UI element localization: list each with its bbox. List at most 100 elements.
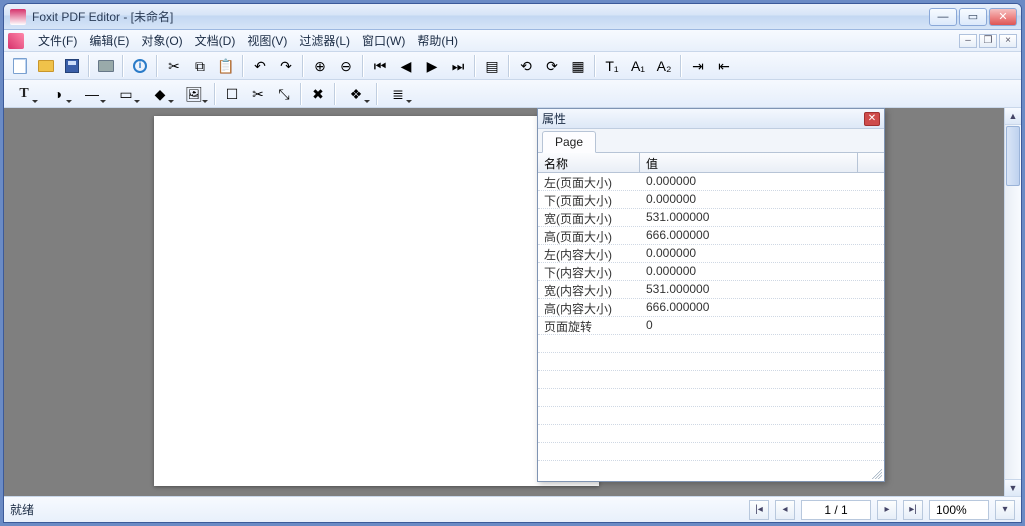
property-row[interactable]: 高(页面大小)666.000000 <box>538 227 884 245</box>
import-icon: ⇥ <box>692 59 704 73</box>
next-page-button[interactable]: ▸ <box>877 500 897 520</box>
property-row[interactable]: 宽(页面大小)531.000000 <box>538 209 884 227</box>
first-page-icon: ⏮ <box>374 59 387 73</box>
select-tool-button[interactable]: ☐ <box>220 82 244 106</box>
menu-item[interactable]: 窗口(W) <box>356 30 411 51</box>
copy-button[interactable]: ⧉ <box>188 54 212 78</box>
tab-page[interactable]: Page <box>542 131 596 153</box>
vertical-scrollbar[interactable]: ▲ ▼ <box>1004 108 1021 496</box>
line-tool-icon: — <box>85 87 99 101</box>
property-row-empty <box>538 335 884 353</box>
undo-icon: ↶ <box>254 59 266 73</box>
cut-button[interactable]: ✂ <box>162 54 186 78</box>
new-page-button[interactable] <box>8 54 32 78</box>
prev-page-button[interactable]: ◂ <box>775 500 795 520</box>
property-row[interactable]: 左(页面大小)0.000000 <box>538 173 884 191</box>
zoom-dropdown[interactable]: ▾ <box>995 500 1015 520</box>
toolbar-separator <box>242 55 244 77</box>
property-row-empty <box>538 389 884 407</box>
paste-button[interactable]: 📋 <box>214 54 238 78</box>
last-page-icon: ⏭ <box>452 59 465 73</box>
menu-item[interactable]: 帮助(H) <box>411 30 464 51</box>
first-page-button[interactable]: ⏮ <box>368 54 392 78</box>
align-button[interactable]: ≣ <box>382 82 414 106</box>
redo-icon: ↷ <box>280 59 292 73</box>
property-row[interactable]: 宽(内容大小)531.000000 <box>538 281 884 299</box>
redo-button[interactable]: ↷ <box>274 54 298 78</box>
scroll-thumb[interactable] <box>1006 126 1020 186</box>
menu-item[interactable]: 文档(D) <box>189 30 242 51</box>
shape-tool-button[interactable]: ◆ <box>144 82 176 106</box>
toolbar-separator <box>680 55 682 77</box>
cut-icon: ✂ <box>168 59 180 73</box>
resize-grip[interactable] <box>872 469 882 479</box>
rotate-right-button[interactable]: ⟳ <box>540 54 564 78</box>
col-name[interactable]: 名称 <box>538 153 640 172</box>
transform-tool-button[interactable]: ⤡ <box>272 82 296 106</box>
fit-page-button[interactable]: ▤ <box>480 54 504 78</box>
tool-b-button[interactable]: A₁ <box>626 54 650 78</box>
print-button[interactable] <box>94 54 118 78</box>
minimize-button[interactable]: — <box>929 8 957 26</box>
properties-tabstrip: Page <box>538 129 884 153</box>
property-row[interactable]: 高(内容大小)666.000000 <box>538 299 884 317</box>
export-icon: ⇤ <box>718 59 730 73</box>
info-button[interactable]: i <box>128 54 152 78</box>
layers-button[interactable]: ❖ <box>340 82 372 106</box>
toolbar-main: i ✂ ⧉📋 ↶ ↷ ⊕⊖ ⏮ ◀▶ ⏭ ▤ ⟲⟳▦ T₁A₁A₂ ⇥ ⇤ <box>4 52 1021 80</box>
mdi-close-button[interactable]: × <box>999 34 1017 48</box>
info-icon: i <box>133 59 147 73</box>
open-button[interactable] <box>34 54 58 78</box>
mdi-minimize-button[interactable]: – <box>959 34 977 48</box>
property-row[interactable]: 下(内容大小)0.000000 <box>538 263 884 281</box>
col-value[interactable]: 值 <box>640 153 858 172</box>
properties-panel: 属性 ✕ Page 名称 值 左(页面大小)0.000000下(页面大小)0.0… <box>537 108 885 482</box>
zoom-out-button[interactable]: ⊖ <box>334 54 358 78</box>
properties-close-button[interactable]: ✕ <box>864 112 880 126</box>
menu-item[interactable]: 编辑(E) <box>83 30 135 51</box>
menu-item[interactable]: 文件(F) <box>32 30 83 51</box>
zoom-in-button[interactable]: ⊕ <box>308 54 332 78</box>
save-button[interactable] <box>60 54 84 78</box>
window-title: Foxit PDF Editor - [未命名] <box>32 8 173 25</box>
tool-a-button[interactable]: T₁ <box>600 54 624 78</box>
last-page-button[interactable]: ▸| <box>903 500 923 520</box>
settings-button[interactable]: ✖ <box>306 82 330 106</box>
property-row[interactable]: 左(内容大小)0.000000 <box>538 245 884 263</box>
rect-tool-button[interactable]: ▭ <box>110 82 142 106</box>
crop-tool-button[interactable]: ✂ <box>246 82 270 106</box>
page-indicator[interactable]: 1 / 1 <box>801 500 871 520</box>
property-row[interactable]: 下(页面大小)0.000000 <box>538 191 884 209</box>
workarea: 属性 ✕ Page 名称 值 左(页面大小)0.000000下(页面大小)0.0… <box>4 108 1021 496</box>
close-button[interactable]: ✕ <box>989 8 1017 26</box>
rotate-left-button[interactable]: ⟲ <box>514 54 538 78</box>
image-tool-button[interactable]: 🖼 <box>178 82 210 106</box>
undo-button[interactable]: ↶ <box>248 54 272 78</box>
tool-c-button[interactable]: A₂ <box>652 54 676 78</box>
scroll-up-button[interactable]: ▲ <box>1005 108 1021 125</box>
zoom-indicator[interactable]: 100% <box>929 500 989 520</box>
print-icon <box>98 60 114 72</box>
line-tool-button[interactable]: — <box>76 82 108 106</box>
menu-item[interactable]: 过滤器(L) <box>293 30 356 51</box>
menu-item[interactable]: 对象(O) <box>135 30 188 51</box>
grid-button[interactable]: ▦ <box>566 54 590 78</box>
color-tool-button[interactable]: ◑ <box>42 82 74 106</box>
first-page-button[interactable]: |◂ <box>749 500 769 520</box>
property-row[interactable]: 页面旋转0 <box>538 317 884 335</box>
properties-titlebar[interactable]: 属性 ✕ <box>538 109 884 129</box>
next-page-button[interactable]: ▶ <box>420 54 444 78</box>
mdi-restore-button[interactable]: ❐ <box>979 34 997 48</box>
text-tool-button[interactable]: T <box>8 82 40 106</box>
prev-page-button[interactable]: ◀ <box>394 54 418 78</box>
last-page-button[interactable]: ⏭ <box>446 54 470 78</box>
maximize-button[interactable]: ▭ <box>959 8 987 26</box>
text-tool-icon: T <box>19 86 28 102</box>
scroll-track[interactable] <box>1005 125 1021 479</box>
toolbar-separator <box>376 83 378 105</box>
import-button[interactable]: ⇥ <box>686 54 710 78</box>
menu-item[interactable]: 视图(V) <box>241 30 293 51</box>
document-page[interactable] <box>154 116 599 486</box>
scroll-down-button[interactable]: ▼ <box>1005 479 1021 496</box>
export-button[interactable]: ⇤ <box>712 54 736 78</box>
